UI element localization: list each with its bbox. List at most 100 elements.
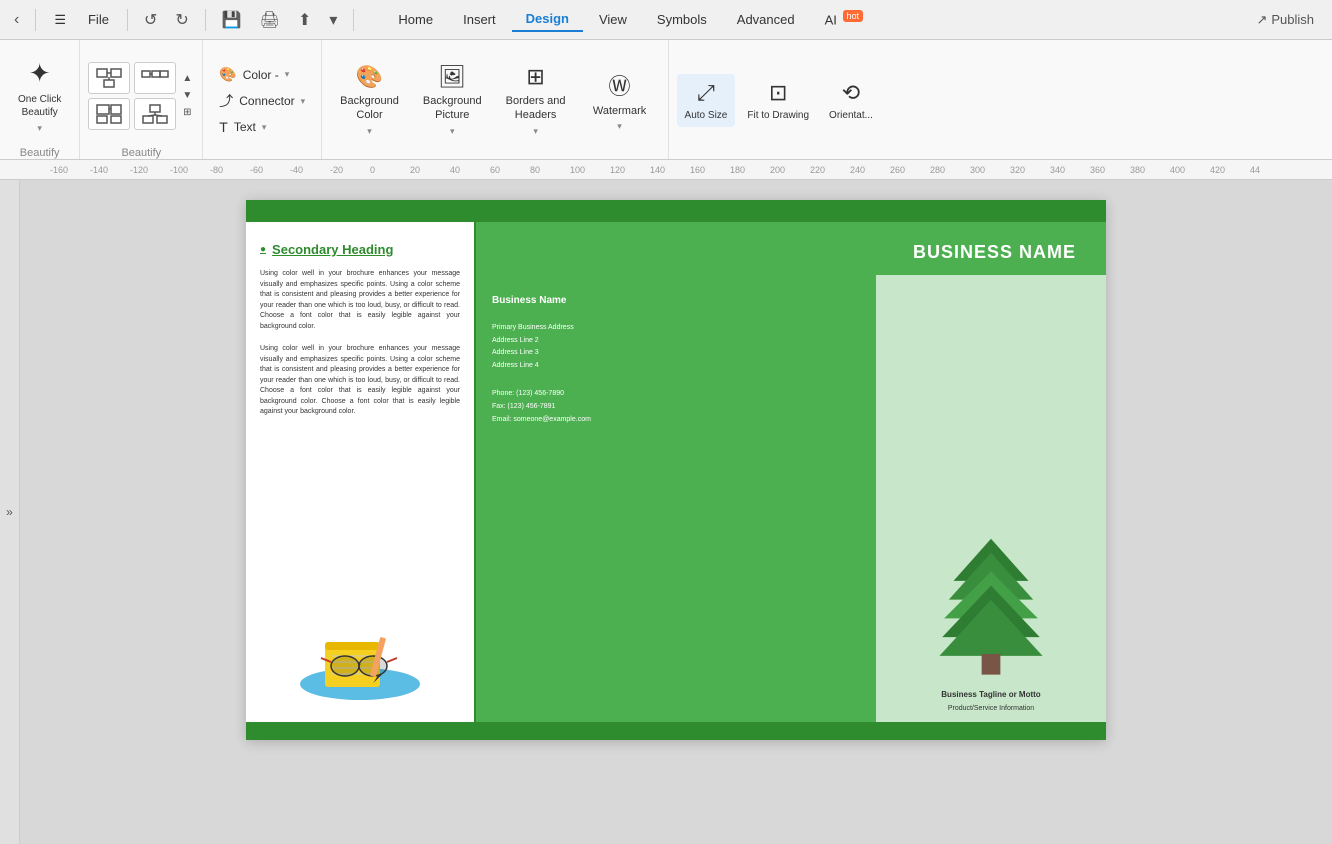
- scroll-down-button[interactable]: ▼: [180, 88, 194, 103]
- background-picture-button[interactable]: 🖼 BackgroundPicture ▾: [413, 58, 492, 144]
- tab-symbols[interactable]: Symbols: [643, 7, 721, 32]
- color-dropdown-arrow: ▾: [285, 69, 290, 80]
- shape-buttons: [88, 62, 176, 130]
- share-button[interactable]: ⬆: [292, 6, 317, 34]
- canvas-area[interactable]: Secondary Heading Using color well in yo…: [20, 180, 1332, 844]
- auto-size-button[interactable]: ⤢ Auto Size: [677, 74, 736, 127]
- divider-2: [127, 9, 128, 31]
- doc-right-panel: BUSINESS NAME Business Name Primary Busi…: [476, 222, 1106, 722]
- fit-to-drawing-button[interactable]: ⊡ Fit to Drawing: [739, 74, 817, 127]
- borders-icon: ⊞: [526, 64, 544, 90]
- horizontal-ruler: -160 -140 -120 -100 -80 -60 -40 -20 0 20…: [0, 160, 1332, 180]
- shape-button-3[interactable]: [88, 98, 130, 130]
- beautify-dropdown-arrow: ▾: [37, 123, 42, 134]
- hamburger-menu-button[interactable]: ☰: [46, 8, 74, 32]
- text-button[interactable]: T Text ▾: [211, 115, 313, 139]
- sparkle-icon: ✦: [29, 58, 51, 89]
- doc-bottom-bar: [246, 722, 1106, 740]
- beautify-group-label: Beautify: [8, 145, 71, 159]
- divider-4: [353, 9, 354, 31]
- publish-button[interactable]: ↗ Publish: [1246, 8, 1324, 32]
- more-button[interactable]: ▾: [323, 6, 343, 34]
- auto-size-icon: ⤢: [697, 80, 715, 106]
- undo-button[interactable]: ↺: [138, 6, 163, 34]
- shape-button-4[interactable]: [134, 98, 176, 130]
- business-name-label: BUSINESS NAME: [913, 242, 1076, 263]
- document-preview: Secondary Heading Using color well in yo…: [246, 200, 1106, 740]
- tab-view[interactable]: View: [585, 7, 641, 32]
- background-color-button[interactable]: 🎨 BackgroundColor ▾: [330, 58, 409, 144]
- ribbon: ✦ One ClickBeautify ▾ Beautify: [0, 40, 1332, 160]
- ai-hot-badge: hot: [843, 10, 864, 22]
- borders-headers-button[interactable]: ⊞ Borders andHeaders ▾: [496, 58, 576, 144]
- scroll-up-button[interactable]: ▲: [180, 71, 194, 86]
- sidebar-toggle-button[interactable]: »: [0, 180, 20, 844]
- tab-ai[interactable]: AI hot: [811, 7, 877, 32]
- doc-top-bar: [246, 200, 1106, 222]
- watermark-icon: Ⓦ: [609, 69, 631, 101]
- doc-paragraph-2: Using color well in your brochure enhanc…: [260, 344, 460, 418]
- connector-dropdown-arrow: ▾: [301, 96, 306, 107]
- shape-button-2[interactable]: [134, 62, 176, 94]
- publish-icon: ↗: [1256, 12, 1267, 28]
- doc-body: Secondary Heading Using color well in yo…: [246, 222, 1106, 722]
- notepad-glasses-svg: [295, 622, 425, 702]
- print-button[interactable]: 🖨: [254, 6, 286, 34]
- connector-button[interactable]: ⤴ Connector ▾: [211, 87, 313, 115]
- right-contact-info: Business Name Primary Business Address A…: [476, 275, 876, 722]
- beautify-shapes-label: Beautify: [88, 145, 194, 159]
- tagline-text: Business Tagline or Motto: [941, 690, 1040, 699]
- info-contact: Phone: (123) 456-7890 Fax: (123) 456-789…: [492, 388, 860, 426]
- text-dropdown-arrow: ▾: [262, 122, 267, 133]
- shape-button-1[interactable]: [88, 62, 130, 94]
- tab-advanced[interactable]: Advanced: [723, 7, 809, 32]
- borders-dropdown: ▾: [533, 126, 538, 137]
- right-header: BUSINESS NAME: [476, 222, 1106, 275]
- scroll-buttons: ▲ ▼ ⊞: [180, 71, 194, 120]
- background-group: 🎨 BackgroundColor ▾ 🖼 BackgroundPicture …: [322, 40, 668, 159]
- save-button[interactable]: 💾: [216, 6, 248, 34]
- color-connector-group: 🎨 Color - ▾ ⤴ Connector ▾ T Text ▾: [203, 40, 322, 159]
- expand-button[interactable]: ⊞: [180, 105, 194, 120]
- secondary-heading: Secondary Heading: [260, 242, 460, 257]
- page-group: ⤢ Auto Size ⊡ Fit to Drawing ⟲ Orientat.…: [669, 40, 889, 159]
- beautify-shapes-group: ▲ ▼ ⊞ Beautify: [80, 40, 203, 159]
- watermark-dropdown: ▾: [617, 121, 622, 132]
- tree-svg: [931, 534, 1051, 684]
- bg-color-icon: 🎨: [356, 64, 383, 90]
- back-button[interactable]: ‹: [8, 7, 25, 33]
- doc-left-panel: Secondary Heading Using color well in yo…: [246, 222, 476, 722]
- tab-design[interactable]: Design: [512, 7, 583, 32]
- tab-insert[interactable]: Insert: [449, 7, 510, 32]
- redo-button[interactable]: ↻: [169, 6, 194, 34]
- text-icon: T: [219, 119, 228, 135]
- fit-icon: ⊡: [769, 80, 787, 106]
- one-click-beautify-button[interactable]: ✦ One ClickBeautify ▾: [8, 50, 71, 142]
- bg-picture-icon: 🖼: [438, 64, 466, 90]
- right-image-area: Business Tagline or Motto Product/Servic…: [876, 275, 1106, 722]
- orientation-button[interactable]: ⟲ Orientat...: [821, 74, 881, 127]
- one-click-beautify-label: One ClickBeautify: [18, 93, 61, 119]
- ruler-marks: -160 -140 -120 -100 -80 -60 -40 -20 0 20…: [50, 160, 1332, 179]
- bg-color-dropdown: ▾: [367, 126, 372, 137]
- bg-picture-dropdown: ▾: [450, 126, 455, 137]
- illustration-area: [260, 622, 460, 702]
- divider-3: [205, 9, 206, 31]
- tab-bar: Home Insert Design View Symbols Advanced…: [384, 7, 877, 32]
- file-menu-button[interactable]: File: [80, 8, 117, 31]
- connector-icon: ⤴: [219, 91, 233, 111]
- right-mid-section: Business Name Primary Business Address A…: [476, 275, 1106, 722]
- tab-home[interactable]: Home: [384, 7, 447, 32]
- titlebar: ‹ ☰ File ↺ ↻ 💾 🖨 ⬆ ▾ Home Insert Design …: [0, 0, 1332, 40]
- doc-paragraph-1: Using color well in your brochure enhanc…: [260, 269, 460, 332]
- color-button[interactable]: 🎨 Color - ▾: [211, 62, 313, 87]
- orientation-icon: ⟲: [842, 80, 860, 106]
- divider-1: [35, 9, 36, 31]
- color-icon: 🎨: [219, 66, 236, 83]
- info-business-name: Business Name: [492, 295, 860, 306]
- one-click-beautify-group: ✦ One ClickBeautify ▾ Beautify: [0, 40, 80, 159]
- main-area: » Secondary Heading Using color well in …: [0, 180, 1332, 844]
- info-address: Primary Business Address Address Line 2 …: [492, 322, 860, 372]
- watermark-button[interactable]: Ⓦ Watermark ▾: [580, 63, 660, 138]
- product-info-text: Product/Service Information: [948, 705, 1034, 712]
